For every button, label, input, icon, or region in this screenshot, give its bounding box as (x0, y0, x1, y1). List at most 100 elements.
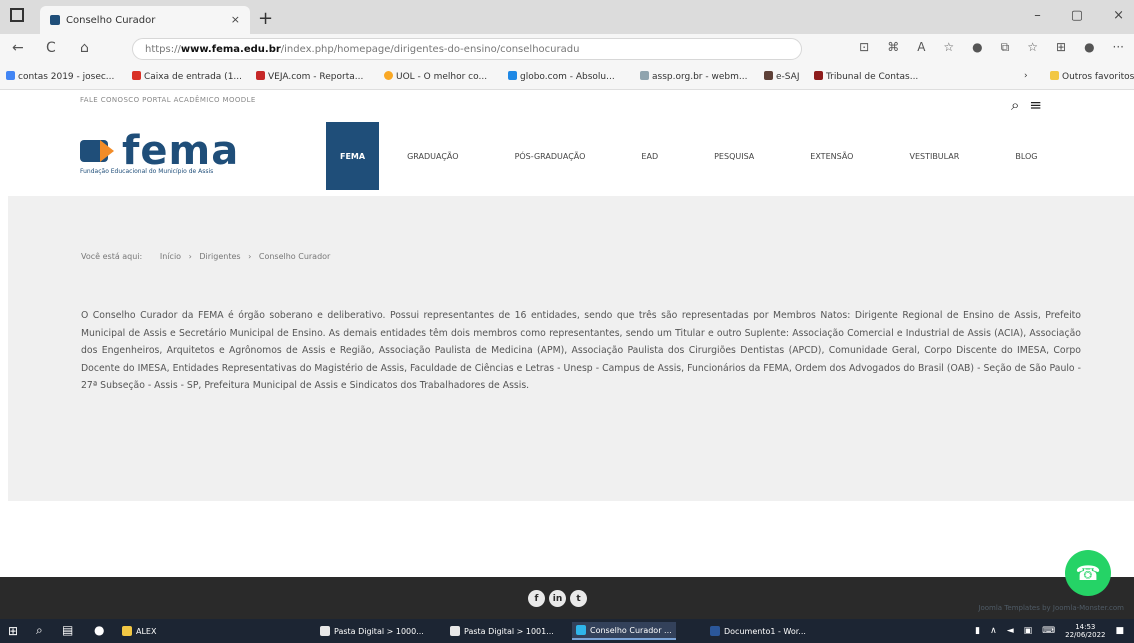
network-icon[interactable]: ▣ (1024, 626, 1033, 636)
breadcrumb-item-current: Conselho Curador (258, 252, 331, 261)
home-button[interactable]: ⌂ (80, 40, 89, 56)
bookmark-item[interactable]: e-SAJ (764, 71, 799, 82)
bookmark-item[interactable]: Caixa de entrada (1... (132, 71, 242, 82)
address-bar-row: ← C ⌂ https:// www.fema.edu.br /index.ph… (0, 34, 1134, 64)
bookmark-item[interactable]: globo.com - Absolu... (508, 71, 615, 82)
new-tab-button[interactable]: + (258, 8, 273, 29)
taskbar-app[interactable]: Pasta Digital > 1000... (316, 622, 428, 640)
url-host: www.fema.edu.br (180, 43, 281, 55)
top-links[interactable]: FALE CONOSCO PORTAL ACADÊMICO MOODLE (80, 96, 980, 104)
bookmark-icon (814, 71, 823, 80)
url-prefix: https:// (145, 43, 181, 55)
tab-title: Conselho Curador (66, 14, 156, 26)
taskbar-search-icon[interactable]: ⌕ (36, 623, 43, 638)
nav-item-blog[interactable]: BLOG (987, 122, 1065, 190)
twitter-icon[interactable]: t (570, 590, 587, 607)
url-path: /index.php/homepage/dirigentes-do-ensino… (280, 43, 580, 55)
split-screen-icon[interactable]: ⧉ (1001, 40, 1010, 55)
apps-icon[interactable]: ⌘ (887, 40, 899, 55)
browser-tab-bar: Conselho Curador × + – ▢ × (0, 0, 1134, 34)
reload-button[interactable]: C (46, 40, 56, 56)
taskbar-app-active[interactable]: Conselho Curador ... (572, 622, 676, 640)
browser-toolbar-icons: ⊡ ⌘ A ☆ ● ⧉ ☆ ⊞ ● ··· (859, 40, 1124, 55)
nav-item-ead[interactable]: EAD (613, 122, 686, 190)
battery-icon[interactable]: ▮ (975, 626, 980, 636)
breadcrumb-item-inicio[interactable]: Início (160, 252, 181, 261)
nav-item-pos-graduacao[interactable]: PÓS-GRADUAÇÃO (487, 122, 614, 190)
other-favorites-folder[interactable]: Outros favoritos (1050, 71, 1134, 82)
breadcrumb: Você está aqui: Início › Dirigentes › Co… (81, 252, 330, 261)
main-nav: FEMA GRADUAÇÃO PÓS-GRADUAÇÃO EAD PESQUIS… (326, 122, 1066, 190)
fema-logo[interactable]: fema Fundação Educacional do Município d… (80, 128, 270, 178)
profile-icon[interactable]: ● (1084, 40, 1094, 55)
read-aloud-icon[interactable]: A (917, 40, 925, 55)
windows-start-icon[interactable]: ⊞ (8, 624, 18, 638)
bookmark-item[interactable]: VEJA.com - Reporta... (256, 71, 363, 82)
bookmark-icon (132, 71, 141, 80)
footer-credit[interactable]: Joomla Templates by Joomla-Monster.com (978, 604, 1124, 612)
bookmarks-more-icon[interactable]: › (1024, 71, 1028, 81)
clock[interactable]: 14:53 22/06/2022 (1065, 623, 1105, 639)
maximize-button[interactable]: ▢ (1071, 8, 1083, 23)
social-links: f in t (528, 590, 587, 607)
word-icon (710, 626, 720, 636)
nav-item-graduacao[interactable]: GRADUAÇÃO (379, 122, 486, 190)
minimize-button[interactable]: – (1034, 8, 1041, 23)
nav-item-vestibular[interactable]: VESTIBULAR (881, 122, 987, 190)
firefox-icon[interactable]: ● (94, 623, 104, 637)
nav-item-extensao[interactable]: EXTENSÃO (782, 122, 881, 190)
browser-tab-active[interactable]: Conselho Curador × (40, 6, 250, 34)
clock-time: 14:53 (1075, 623, 1096, 631)
notifications-icon[interactable]: ■ (1115, 626, 1124, 636)
bookmark-icon (764, 71, 773, 80)
taskbar-app[interactable]: Documento1 - Wor... (706, 622, 810, 640)
read-mode-icon[interactable]: ⊡ (859, 40, 869, 55)
windows-taskbar: ⊞ ⌕ ▤ ● ALEX Pasta Digital > 1000... Pas… (0, 619, 1134, 643)
document-icon (450, 626, 460, 636)
logo-tagline: Fundação Educacional do Município de Ass… (80, 168, 214, 175)
tab-close-icon[interactable]: × (231, 13, 240, 26)
bookmark-item[interactable]: UOL - O melhor co... (384, 71, 487, 82)
favorites-icon[interactable]: ☆ (1027, 40, 1038, 55)
nav-item-pesquisa[interactable]: PESQUISA (686, 122, 782, 190)
breadcrumb-item-dirigentes[interactable]: Dirigentes (199, 252, 240, 261)
favorite-star-icon[interactable]: ☆ (943, 40, 954, 55)
more-options-icon[interactable]: ··· (1113, 40, 1124, 55)
bookmark-icon (6, 71, 15, 80)
breadcrumb-separator: › (248, 252, 252, 261)
breadcrumb-separator (150, 252, 153, 261)
bookmark-item[interactable]: assp.org.br - webm... (640, 71, 747, 82)
page-description: O Conselho Curador da FEMA é órgão sober… (81, 310, 1081, 392)
close-window-button[interactable]: × (1113, 8, 1124, 23)
document-icon (320, 626, 330, 636)
edge-icon (576, 625, 586, 635)
bookmark-icon (384, 71, 393, 80)
linkedin-icon[interactable]: in (549, 590, 566, 607)
bookmark-item[interactable]: contas 2019 - josec... (6, 71, 114, 82)
hamburger-icon[interactable]: ≡ (1029, 96, 1042, 114)
taskbar-app[interactable]: ALEX (118, 622, 160, 640)
window-controls: – ▢ × (1034, 8, 1124, 23)
breadcrumb-prefix: Você está aqui: (81, 252, 143, 261)
nav-item-fema[interactable]: FEMA (326, 122, 380, 190)
bookmark-icon (256, 71, 265, 80)
clock-date: 22/06/2022 (1065, 631, 1106, 639)
keyboard-icon[interactable]: ⌨ (1042, 626, 1055, 636)
taskbar-app[interactable]: Pasta Digital > 1001... (446, 622, 558, 640)
tab-actions-icon[interactable] (10, 8, 24, 22)
task-view-icon[interactable]: ▤ (62, 623, 73, 637)
logo-arrow-icon (100, 140, 114, 162)
search-icon[interactable]: ⌕ (1011, 96, 1019, 114)
folder-icon (1050, 71, 1059, 80)
facebook-icon[interactable]: f (528, 590, 545, 607)
whatsapp-icon[interactable]: ☎ (1065, 550, 1111, 596)
tray-expand-icon[interactable]: ∧ (990, 626, 997, 636)
folder-icon (122, 626, 132, 636)
collections-icon[interactable]: ⊞ (1056, 40, 1066, 55)
volume-icon[interactable]: ◄ (1007, 626, 1014, 636)
bookmark-item[interactable]: Tribunal de Contas... (814, 71, 918, 82)
back-button[interactable]: ← (12, 40, 24, 56)
address-input[interactable]: https:// www.fema.edu.br /index.php/home… (132, 38, 802, 60)
extension-icon[interactable]: ● (972, 40, 982, 55)
bookmarks-bar: contas 2019 - josec... Caixa de entrada … (0, 64, 1134, 90)
